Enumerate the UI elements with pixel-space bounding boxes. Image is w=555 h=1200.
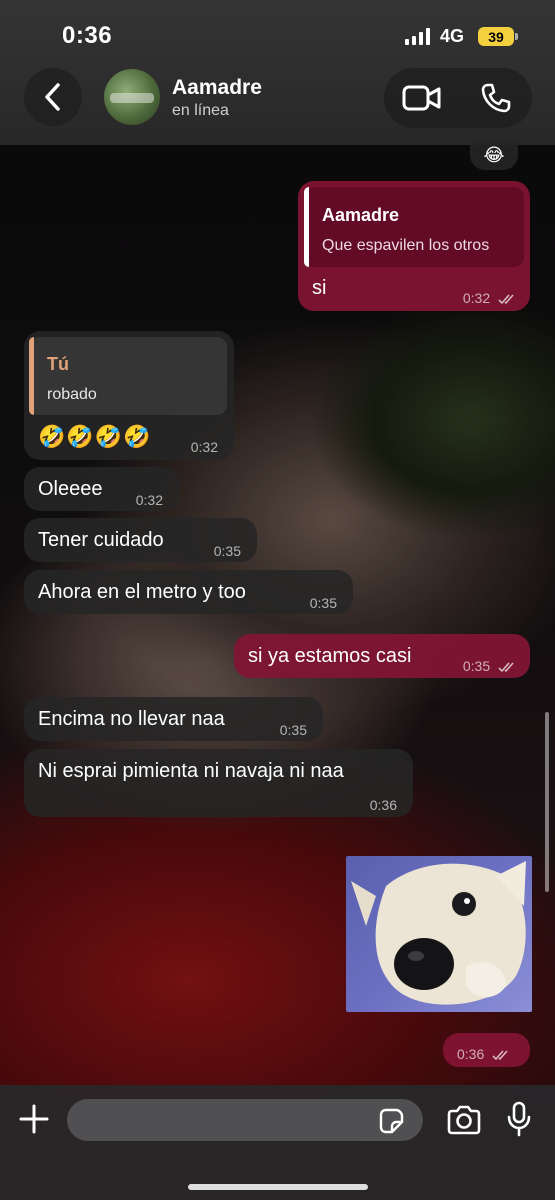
- contact-status: en línea: [172, 102, 229, 119]
- message-text: si ya estamos casi: [248, 645, 412, 667]
- sticker-button[interactable]: [377, 1107, 405, 1140]
- outgoing-message-status[interactable]: 0:36: [443, 1033, 530, 1067]
- incoming-message[interactable]: Ahora en el metro y too 0:35: [24, 570, 353, 614]
- network-type: 4G: [440, 26, 465, 46]
- message-time: 0:36: [369, 797, 397, 813]
- plus-icon: [19, 1104, 49, 1134]
- battery-icon: 39: [478, 27, 514, 46]
- incoming-message[interactable]: Tú robado 🤣🤣🤣🤣 0:32: [24, 331, 234, 460]
- home-indicator[interactable]: [188, 1184, 368, 1190]
- message-time: 0:32: [463, 286, 518, 310]
- status-bar: 0:36 4G 39: [0, 0, 555, 70]
- message-time: 0:35: [279, 722, 307, 738]
- reaction-emoji: 😂: [483, 145, 505, 165]
- message-text: Oleeee: [38, 478, 103, 500]
- message-text: Tener cuidado: [38, 529, 164, 551]
- contact-avatar[interactable]: [104, 69, 160, 125]
- signal-icon: [405, 28, 430, 45]
- incoming-message[interactable]: Ni esprai pimienta ni navaja ni naa 0:36: [24, 749, 413, 817]
- dog-sticker-image[interactable]: [346, 856, 532, 1012]
- incoming-message[interactable]: Encima no llevar naa 0:35: [24, 697, 323, 741]
- outgoing-message[interactable]: si ya estamos casi 0:35: [234, 634, 530, 678]
- message-input-bar: [0, 1085, 555, 1200]
- message-time: 0:36: [457, 1042, 512, 1066]
- quoted-message[interactable]: Tú robado: [29, 337, 227, 415]
- read-ticks-icon: [498, 294, 514, 305]
- reaction-chip[interactable]: 😂: [470, 140, 518, 170]
- battery-cap: [515, 33, 518, 40]
- incoming-message[interactable]: Tener cuidado 0:35: [24, 518, 257, 562]
- message-time: 0:35: [463, 654, 518, 678]
- camera-button[interactable]: [446, 1105, 482, 1140]
- call-actions: [384, 68, 532, 128]
- message-time: 0:35: [309, 595, 337, 611]
- message-time: 0:32: [190, 439, 218, 455]
- voice-call-button[interactable]: [480, 82, 512, 119]
- read-ticks-icon: [498, 662, 514, 673]
- message-text: si: [312, 277, 327, 299]
- message-time: 0:35: [213, 543, 241, 559]
- quote-author: Aamadre: [322, 205, 400, 225]
- video-call-button[interactable]: [402, 84, 442, 117]
- message-text: 🤣🤣🤣🤣: [38, 424, 152, 449]
- quote-accent-bar: [304, 187, 309, 267]
- quote-accent-bar: [29, 337, 34, 415]
- message-text: Ahora en el metro y too: [38, 581, 246, 603]
- chat-header: 0:36 4G 39 Aamadre en línea: [0, 0, 555, 145]
- sticker-icon: [379, 1108, 404, 1134]
- quote-text: Que espavilen los otros: [322, 237, 490, 254]
- message-time: 0:32: [135, 492, 163, 508]
- message-input[interactable]: [67, 1099, 423, 1141]
- quote-author: Tú: [47, 354, 69, 374]
- back-button[interactable]: [24, 68, 82, 126]
- phone-icon: [481, 83, 511, 113]
- message-text: Encima no llevar naa: [38, 708, 225, 730]
- contact-name[interactable]: Aamadre: [172, 76, 262, 100]
- outgoing-message[interactable]: Aamadre Que espavilen los otros si 0:32: [298, 181, 530, 311]
- status-time: 0:36: [62, 22, 113, 49]
- microphone-icon: [507, 1101, 531, 1137]
- incoming-message[interactable]: Oleeee 0:32: [24, 467, 179, 511]
- quote-text: robado: [47, 386, 97, 403]
- read-ticks-icon: [492, 1050, 508, 1061]
- message-text: Ni esprai pimienta ni navaja ni naa: [38, 760, 344, 782]
- attach-button[interactable]: [18, 1103, 50, 1140]
- dog-illustration: [351, 861, 526, 1005]
- quoted-message[interactable]: Aamadre Que espavilen los otros: [304, 187, 524, 267]
- camera-icon: [447, 1105, 481, 1135]
- back-icon: [45, 83, 60, 111]
- voice-note-button[interactable]: [506, 1101, 532, 1142]
- scroll-indicator[interactable]: [545, 712, 549, 892]
- video-call-icon: [402, 85, 441, 111]
